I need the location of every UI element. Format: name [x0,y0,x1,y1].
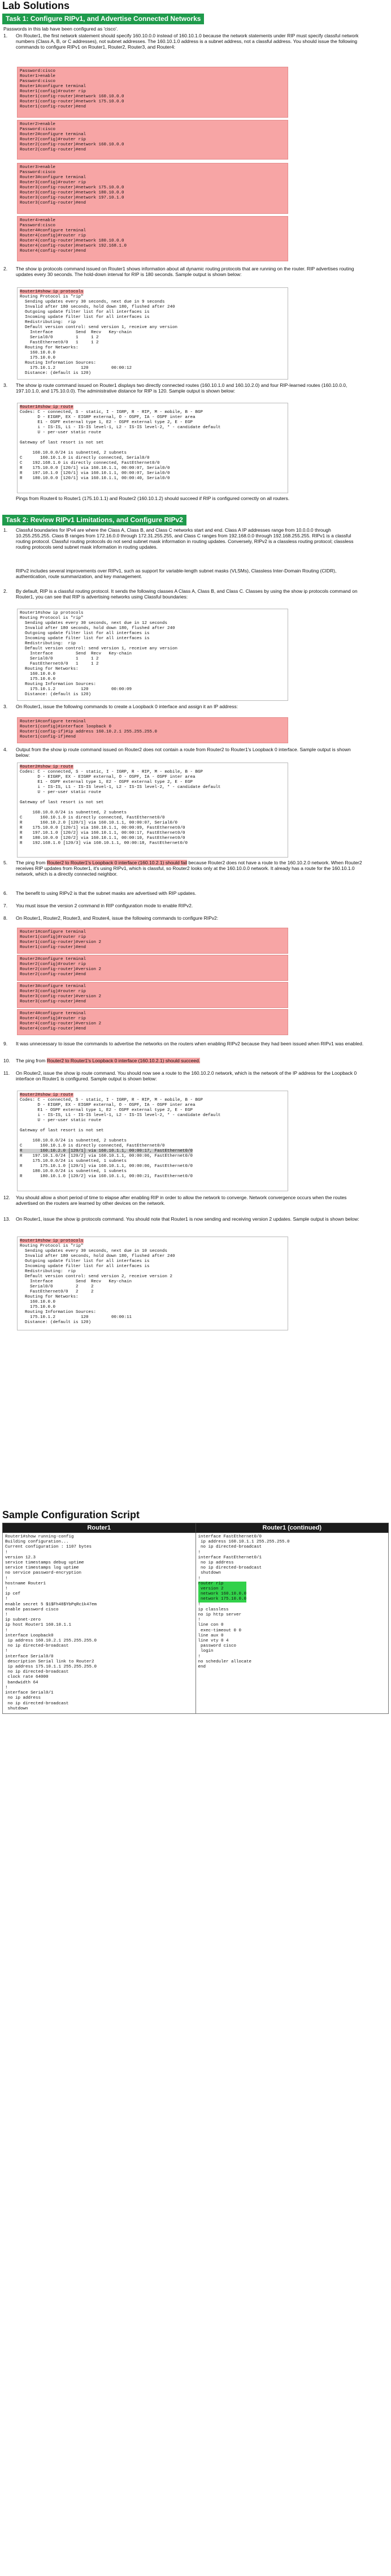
code-show-ip-route-1: Router1#show ip route Codes: C - connect… [17,403,288,493]
code-loopback-config: Router1#configure terminal Router1(confi… [17,717,288,743]
code-show-ip-protocols-2: Router1#show ip protocols Routing Protoc… [17,609,288,701]
code-router4-v2: Router4#configure terminal Router4(confi… [17,1009,288,1035]
code-show-ip-protocols-3: Router1#show ip protocols Routing Protoc… [17,1237,288,1330]
sample-config-heading: Sample Configuration Script [2,1509,140,1520]
code-show-ip-route-3: Router2#show ip route Codes: C - connect… [17,1091,288,1191]
column-header-router1: Router1 [2,1523,196,1533]
ping-success-highlight: Router2 to Router1's Loopback 0 interfac… [46,1058,201,1063]
rip-config-highlight: router rip version 2 network 160.10.0.0 … [198,1581,247,1603]
command-highlight: Router1#show ip protocols [20,1239,84,1243]
command-highlight: Router2#show ip route [20,1093,73,1097]
new-route-highlight: R 160.10.2.0 [120/1] via 160.10.1.1, 00:… [20,1149,193,1153]
column-header-router1-continued: Router1 (continued) [195,1523,389,1533]
code-router2-rip: Router2>enable Password:cisco Router2#co… [17,120,288,160]
task2-heading: Task 2: Review RIPv1 Limitations, and Co… [2,515,186,525]
code-router3-v2: Router3#configure terminal Router3(confi… [17,982,288,1008]
sample-config-table: Router1 Router1 (continued) Router1#show… [2,1523,389,1714]
task1-heading: Task 1: Configure RIPv1, and Advertise C… [2,14,205,24]
command-highlight: Router1#show ip protocols [20,290,84,294]
code-router1-v2: Router1#configure terminal Router1(confi… [17,928,288,954]
command-highlight: Router1#show ip route [20,405,73,410]
task1-intro: Passwords in this lab have been configur… [3,26,118,32]
code-router2-v2: Router2#configure terminal Router2(confi… [17,955,288,981]
config-right-column: interface FastEthernet0/0 ip address 160… [195,1532,389,1714]
code-router3-rip: Router3>enable Password:cisco Router3#co… [17,163,288,214]
task1-step3-note: Pings from Router4 to Router1 (175.10.1.… [16,496,290,501]
task2-step1-note: RIPv2 includes several improvements over… [16,568,337,579]
code-router4-rip: Router4>enable Password:cisco Router4#co… [17,216,288,261]
code-show-ip-protocols-1: Router1#show ip protocols Routing Protoc… [17,287,288,380]
config-left-column: Router1#show running-config Building con… [2,1532,196,1714]
code-show-ip-route-2: Router2#show ip route Codes: C - connect… [17,763,288,858]
page-title: Lab Solutions [2,0,69,11]
document-page: Lab Solutions Task 1: Configure RIPv1, a… [0,0,391,2576]
code-router1-rip: Password:cisco Router1>enable Password:c… [17,67,288,118]
ping-fail-highlight: Router2 to Router1's Loopback 0 interfac… [46,860,188,865]
command-highlight: Router2#show ip route [20,765,73,769]
